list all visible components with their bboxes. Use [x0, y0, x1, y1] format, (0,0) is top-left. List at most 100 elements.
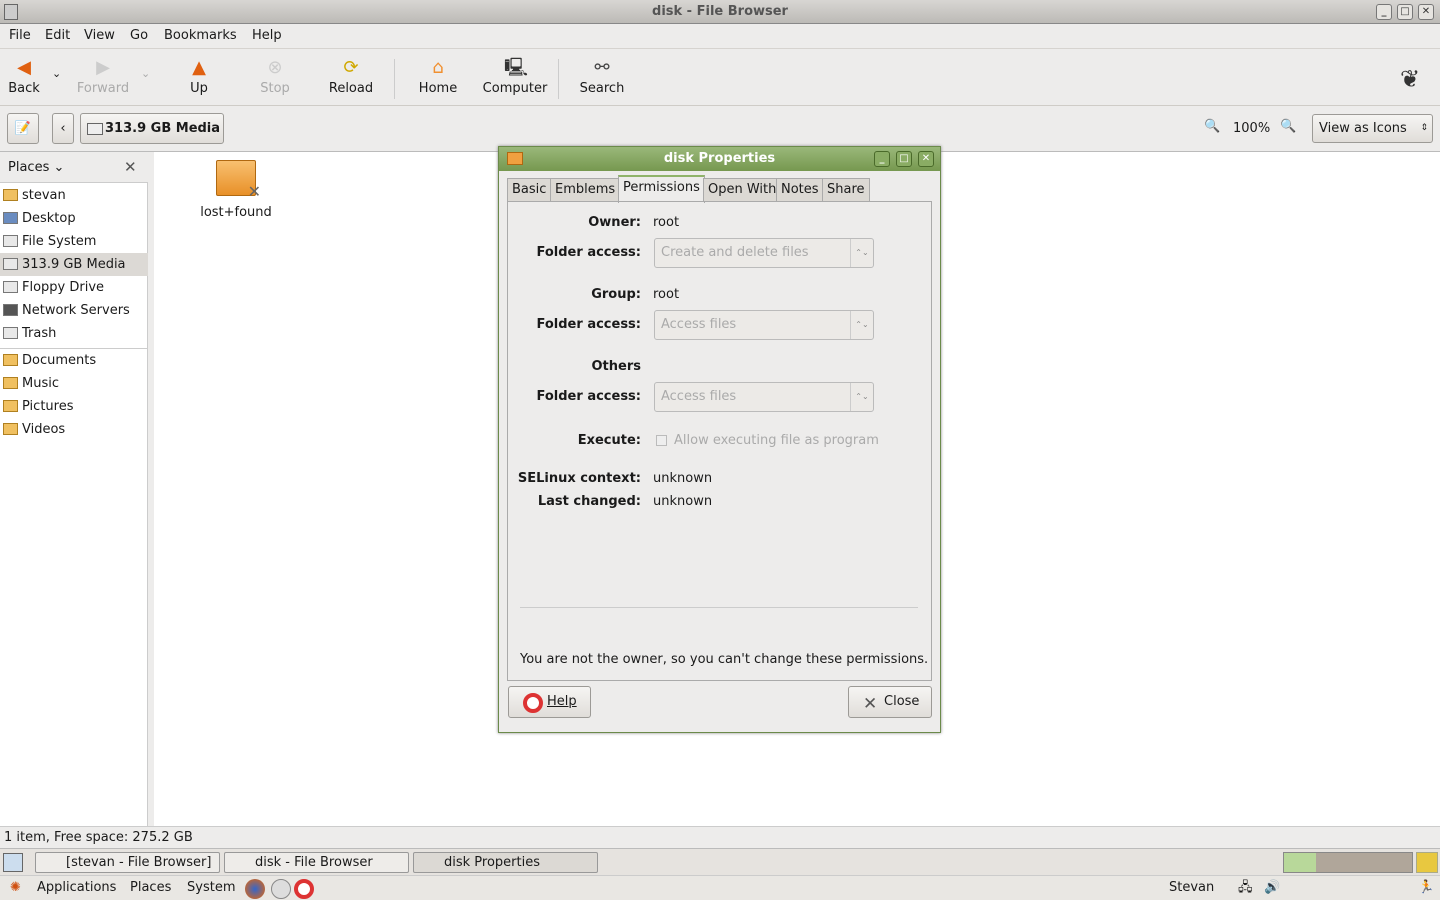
dialog-minimize-button[interactable]: _: [874, 151, 890, 167]
trash-applet-icon[interactable]: [1416, 852, 1438, 873]
menu-bookmarks[interactable]: Bookmarks: [164, 28, 237, 43]
forward-history-dropdown[interactable]: ⌄: [141, 67, 150, 80]
path-scroll-left-button[interactable]: ‹: [52, 113, 74, 144]
computer-label: Computer: [482, 81, 548, 96]
menubar: File Edit View Go Bookmarks Help: [0, 24, 1440, 49]
others-access-label: Folder access:: [536, 389, 641, 404]
home-folder-icon: ⌂: [432, 57, 444, 78]
volume-icon[interactable]: 🔊: [1264, 876, 1280, 900]
tab-notes[interactable]: Notes: [776, 178, 824, 202]
computer-button[interactable]: 🖳 Computer: [482, 57, 548, 96]
workspace-1[interactable]: [1284, 853, 1316, 872]
path-button-media[interactable]: 313.9 GB Media: [80, 113, 224, 144]
stop-icon: ⊗: [267, 57, 283, 78]
folder-icon: [3, 423, 18, 435]
tab-emblems[interactable]: Emblems: [550, 178, 621, 202]
help-launcher-icon[interactable]: [294, 879, 314, 899]
up-label: Up: [190, 81, 208, 96]
task-disk-properties[interactable]: disk Properties: [413, 852, 598, 873]
statusbar: 1 item, Free space: 275.2 GB: [0, 826, 1440, 848]
stop-button[interactable]: ⊗ Stop: [258, 57, 292, 96]
sidebar-label: Network Servers: [22, 303, 130, 318]
sidebar-item-network[interactable]: Network Servers: [0, 299, 148, 322]
sidebar-label: Desktop: [22, 211, 76, 226]
execute-checkbox[interactable]: [656, 435, 667, 446]
dialog-title: disk Properties: [663, 151, 776, 166]
search-button[interactable]: ⚯ Search: [578, 57, 626, 96]
others-access-select[interactable]: Access files: [654, 382, 874, 412]
close-icon: ✕: [863, 694, 878, 714]
view-mode-select[interactable]: View as Icons ⇕: [1312, 114, 1433, 143]
group-access-value: Access files: [661, 317, 737, 332]
zoom-out-icon[interactable]: 🔍: [1204, 119, 1220, 134]
close-window-button[interactable]: ✕: [1418, 4, 1434, 20]
file-item-lost-found[interactable]: ✕ lost+found: [194, 160, 278, 220]
tab-permissions[interactable]: Permissions: [618, 175, 705, 203]
mail-launcher-icon[interactable]: [271, 879, 291, 899]
show-desktop-button[interactable]: [3, 853, 23, 872]
minimize-button[interactable]: _: [1376, 4, 1392, 20]
back-button[interactable]: ◀ Back: [6, 57, 42, 96]
sidebar-item-desktop[interactable]: Desktop: [0, 207, 148, 230]
home-icon: [3, 189, 18, 201]
sidebar-item-file-system[interactable]: File System: [0, 230, 148, 253]
zoom-in-icon[interactable]: 🔍: [1280, 119, 1296, 134]
folder-icon: [507, 152, 523, 165]
forward-label: Forward: [76, 81, 130, 96]
maximize-button[interactable]: □: [1397, 4, 1413, 20]
sidebar-item-stevan[interactable]: stevan: [0, 184, 148, 207]
tab-basic[interactable]: Basic: [507, 178, 552, 202]
gnome-foot-icon: ❦: [1400, 65, 1421, 93]
close-sidebar-icon[interactable]: ✕: [124, 158, 137, 176]
menu-view[interactable]: View: [84, 28, 115, 43]
dialog-maximize-button[interactable]: □: [896, 151, 912, 167]
sidebar-item-documents[interactable]: Documents: [0, 349, 148, 372]
network-status-icon[interactable]: 🖧: [1238, 876, 1253, 900]
last-changed-value: unknown: [653, 494, 713, 509]
dialog-close-title-button[interactable]: ✕: [918, 151, 934, 167]
toggle-location-entry-button[interactable]: 📝: [7, 113, 39, 144]
applications-menu[interactable]: Applications: [37, 876, 116, 900]
others-label: Others: [591, 359, 642, 374]
logout-icon[interactable]: 🏃: [1418, 876, 1434, 900]
system-menu[interactable]: System: [187, 876, 235, 900]
task-stevan-file-browser[interactable]: [stevan - File Browser]: [35, 852, 220, 873]
zoom-level[interactable]: 100%: [1233, 121, 1270, 136]
sidebar-item-media[interactable]: 313.9 GB Media: [0, 253, 148, 276]
sidebar-item-trash[interactable]: Trash: [0, 322, 148, 345]
places-dropdown[interactable]: Places ⌄: [8, 160, 64, 175]
toolbar-separator: [558, 59, 559, 99]
reload-button[interactable]: ⟳ Reload: [328, 57, 374, 96]
sidebar-item-videos[interactable]: Videos: [0, 418, 148, 441]
user-switcher[interactable]: Stevan: [1169, 876, 1214, 900]
firefox-launcher-icon[interactable]: [245, 879, 265, 899]
app-icon: [4, 4, 18, 20]
sidebar-item-floppy[interactable]: Floppy Drive: [0, 276, 148, 299]
up-button[interactable]: ▲ Up: [186, 57, 212, 96]
menu-file[interactable]: File: [9, 28, 31, 43]
help-button[interactable]: Help: [508, 686, 591, 718]
owner-access-value: Create and delete files: [661, 245, 809, 260]
home-button[interactable]: ⌂ Home: [416, 57, 460, 96]
workspace-switcher[interactable]: [1283, 852, 1413, 873]
task-disk-file-browser[interactable]: disk - File Browser: [224, 852, 409, 873]
group-access-select[interactable]: Access files: [654, 310, 874, 340]
menu-help[interactable]: Help: [252, 28, 282, 43]
back-history-dropdown[interactable]: ⌄: [52, 67, 61, 80]
tab-open-with[interactable]: Open With: [703, 178, 782, 202]
sidebar-item-music[interactable]: Music: [0, 372, 148, 395]
owner-access-select[interactable]: Create and delete files: [654, 238, 874, 268]
path-label: 313.9 GB Media: [105, 121, 221, 136]
sidebar-item-pictures[interactable]: Pictures: [0, 395, 148, 418]
toolbar: ◀ Back ⌄ ▶ Forward ⌄ ▲ Up ⊗ Stop ⟳ Reload ⌂ Ho…: [0, 49, 1440, 106]
tab-share[interactable]: Share: [822, 178, 870, 202]
menu-go[interactable]: Go: [130, 28, 148, 43]
up-arrow-icon: ▲: [192, 57, 206, 78]
close-button[interactable]: ✕ Close: [848, 686, 932, 718]
forward-button[interactable]: ▶ Forward: [76, 57, 130, 96]
places-menu[interactable]: Places: [130, 876, 171, 900]
window-titlebar: disk - File Browser _ □ ✕: [0, 0, 1440, 24]
permission-note: You are not the owner, so you can't chan…: [520, 652, 929, 667]
menu-edit[interactable]: Edit: [45, 28, 70, 43]
selinux-label: SELinux context:: [517, 471, 641, 486]
